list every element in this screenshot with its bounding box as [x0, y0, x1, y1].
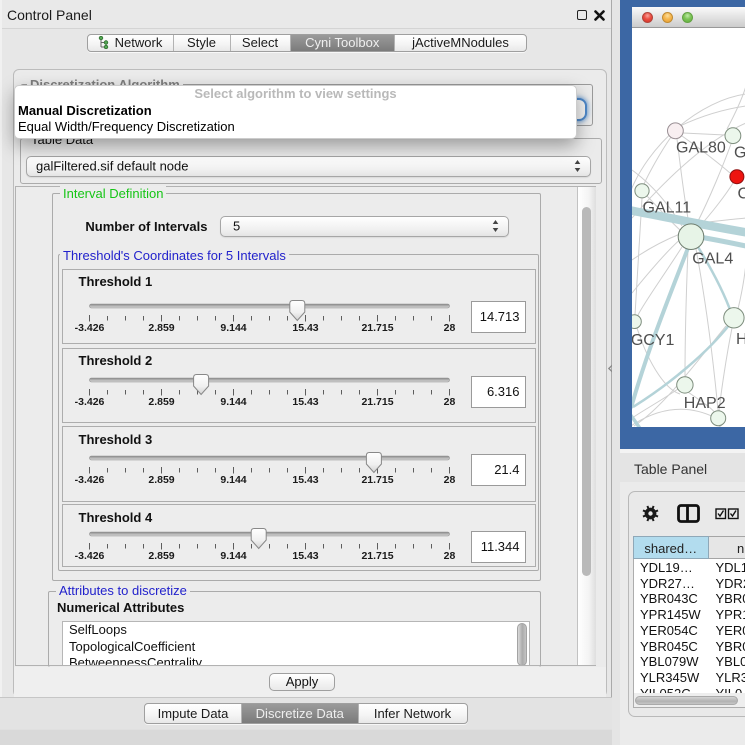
svg-text:28: 28: [444, 322, 456, 334]
svg-text:GAL11: GAL11: [642, 200, 691, 217]
svg-text:-3.426: -3.426: [75, 322, 105, 334]
svg-text:-3.426: -3.426: [75, 550, 105, 562]
svg-text:GAL4: GAL4: [692, 250, 733, 267]
svg-text:9.144: 9.144: [220, 550, 246, 562]
svg-text:2.859: 2.859: [148, 396, 174, 408]
svg-text:15.43: 15.43: [292, 550, 318, 562]
svg-text:21.715: 21.715: [361, 322, 393, 334]
svg-text:C: C: [737, 186, 745, 203]
svg-text:H: H: [736, 331, 745, 348]
svg-text:-3.426: -3.426: [75, 474, 105, 486]
svg-text:15.43: 15.43: [292, 322, 318, 334]
svg-text:15.43: 15.43: [292, 396, 318, 408]
svg-text:GAL80: GAL80: [676, 140, 726, 157]
svg-text:9.144: 9.144: [220, 474, 246, 486]
svg-text:21.715: 21.715: [361, 550, 393, 562]
svg-text:2.859: 2.859: [148, 322, 174, 334]
svg-text:9.144: 9.144: [220, 322, 246, 334]
svg-text:HAP2: HAP2: [683, 395, 725, 412]
svg-text:28: 28: [444, 550, 456, 562]
svg-text:21.715: 21.715: [361, 474, 393, 486]
svg-text:GA: GA: [734, 145, 745, 162]
svg-text:2.859: 2.859: [148, 550, 174, 562]
svg-text:21.715: 21.715: [361, 396, 393, 408]
svg-text:9.144: 9.144: [220, 396, 246, 408]
svg-text:15.43: 15.43: [292, 474, 318, 486]
svg-text:28: 28: [444, 474, 456, 486]
svg-text:28: 28: [444, 396, 456, 408]
svg-text:GCY1: GCY1: [632, 332, 674, 349]
svg-text:2.859: 2.859: [148, 474, 174, 486]
svg-text:-3.426: -3.426: [75, 396, 105, 408]
